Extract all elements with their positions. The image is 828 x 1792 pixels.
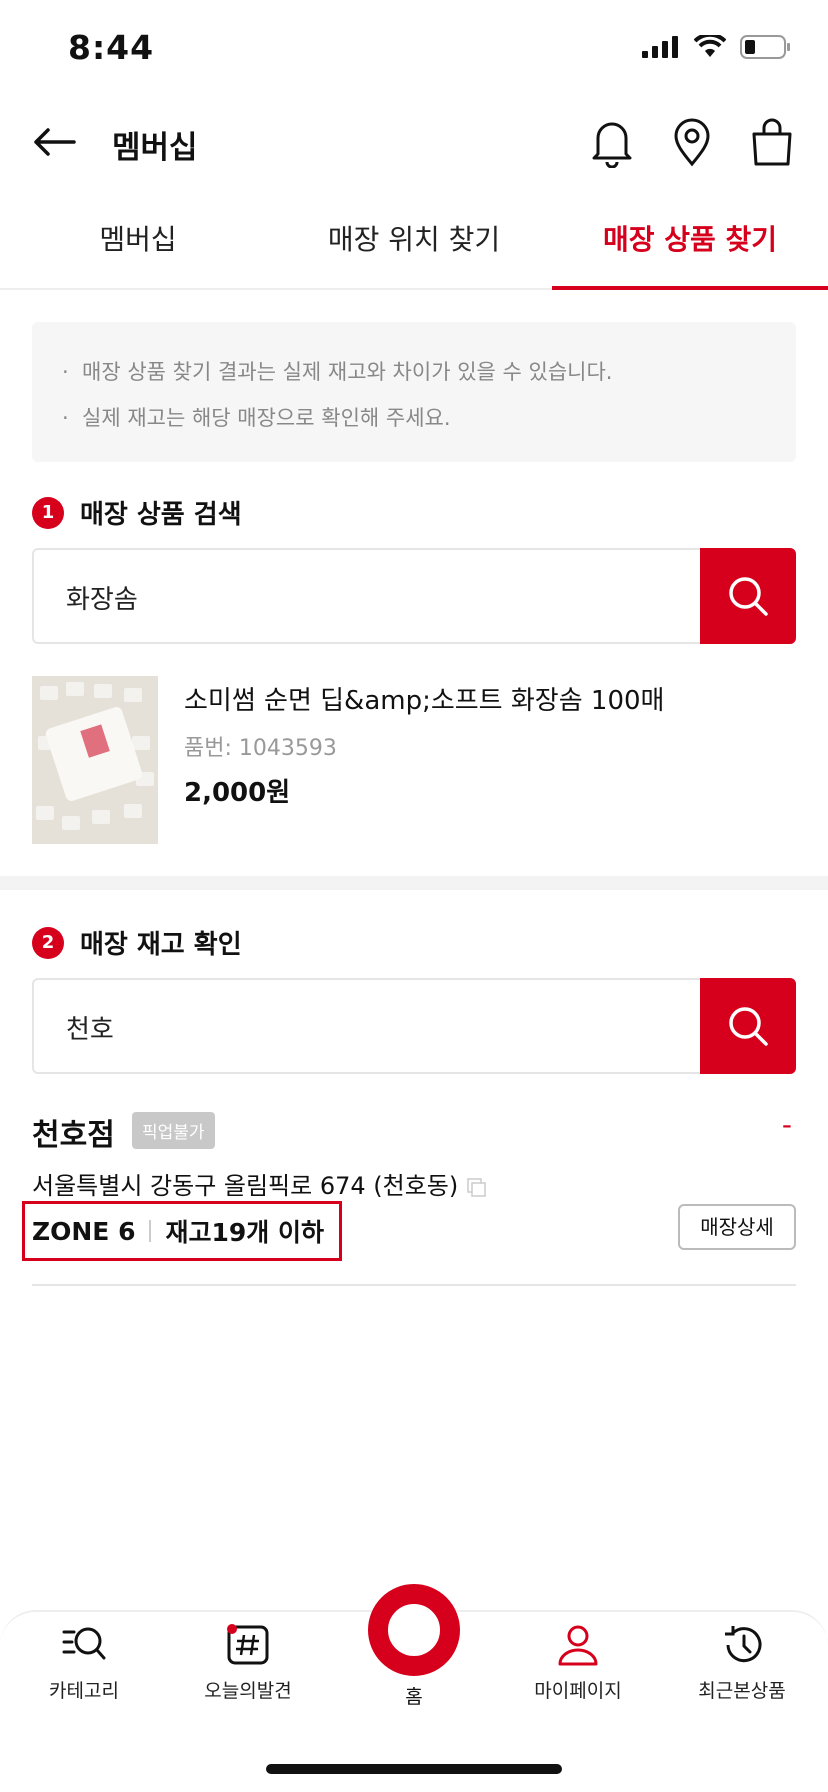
status-time: 8:44 <box>68 28 155 67</box>
wifi-icon <box>694 35 726 57</box>
store-name: 천호점 <box>32 1118 115 1153</box>
tabbar-mypage[interactable]: 마이페이지 <box>508 1624 648 1703</box>
separator <box>149 1220 152 1242</box>
status-icons <box>642 34 792 60</box>
home-indicator <box>266 1764 562 1774</box>
product-name[interactable]: 소미썸 순면 딥&amp;소프트 화장솜 100매 <box>184 680 664 717</box>
product-search-button[interactable] <box>700 548 796 644</box>
tab-store-location[interactable]: 매장 위치 찾기 <box>276 208 552 288</box>
store-address: 서울특별시 강동구 올림픽로 674 (천호동) <box>32 1166 488 1201</box>
store-address-text: 서울특별시 강동구 올림픽로 674 (천호동) <box>32 1172 459 1200</box>
store-search-input[interactable] <box>64 980 708 1074</box>
notice-box: · 매장 상품 찾기 결과는 실제 재고와 차이가 있을 수 있습니다. · 실… <box>32 322 796 462</box>
store-search-box <box>32 978 796 1074</box>
section-product-search-title: 1 매장 상품 검색 <box>32 494 242 531</box>
tabbar-today-label: 오늘의발견 <box>204 1680 292 1702</box>
tabbar-today[interactable]: 오늘의발견 <box>178 1624 318 1703</box>
tab-bar: 멤버십 매장 위치 찾기 매장 상품 찾기 <box>0 208 828 290</box>
section-title: 매장 재고 확인 <box>80 930 242 960</box>
tabbar-recent[interactable]: 최근본상품 <box>672 1624 812 1703</box>
shopping-bag-icon[interactable] <box>748 116 796 168</box>
location-pin-icon[interactable] <box>668 116 716 168</box>
home-button-icon[interactable] <box>368 1584 460 1676</box>
bell-icon[interactable] <box>588 116 636 168</box>
tabbar-category[interactable]: 카테고리 <box>14 1624 154 1703</box>
product-code: 품번: 1043593 <box>184 736 337 761</box>
pickup-status-badge: 픽업불가 <box>132 1112 215 1149</box>
product-search-box <box>32 548 796 644</box>
tabbar-mypage-label: 마이페이지 <box>534 1680 622 1702</box>
copy-icon[interactable] <box>466 1177 488 1197</box>
step-number-badge: 2 <box>32 926 64 959</box>
notice-line-1: · 매장 상품 찾기 결과는 실제 재고와 차이가 있을 수 있습니다. <box>62 360 613 384</box>
tab-store-product[interactable]: 매장 상품 찾기 <box>552 208 828 290</box>
product-image[interactable] <box>32 676 158 844</box>
store-detail-button[interactable]: 매장상세 <box>678 1204 796 1250</box>
zone-stock-info: ZONE 6 재고19개 이하 <box>32 1213 324 1249</box>
tab-membership[interactable]: 멤버십 <box>0 208 276 288</box>
page-title: 멤버십 <box>112 130 198 166</box>
product-search-input[interactable] <box>64 550 708 644</box>
search-icon <box>729 577 768 616</box>
section-stock-check-title: 2 매장 재고 확인 <box>32 924 242 961</box>
stock-label: 재고19개 이하 <box>165 1218 324 1247</box>
product-price: 2,000원 <box>184 778 291 808</box>
battery-icon <box>740 35 790 59</box>
category-search-icon <box>62 1627 106 1660</box>
tabbar-home-label[interactable]: 홈 <box>366 1682 462 1709</box>
back-arrow-icon[interactable] <box>30 118 78 166</box>
zone-label: ZONE 6 <box>32 1216 136 1246</box>
hashtag-icon <box>227 1624 269 1665</box>
search-icon <box>729 1007 768 1046</box>
store-search-button[interactable] <box>700 978 796 1074</box>
cotton-pad-product-image <box>32 676 158 844</box>
section-divider <box>0 876 828 890</box>
signal-icon <box>642 36 678 58</box>
notice-line-2: · 실제 재고는 해당 매장으로 확인해 주세요. <box>62 406 451 430</box>
collapse-toggle[interactable]: - <box>782 1108 792 1141</box>
tabbar-recent-label: 최근본상품 <box>698 1680 786 1702</box>
history-icon <box>725 1626 762 1663</box>
divider-line <box>32 1284 796 1286</box>
person-icon <box>558 1625 598 1666</box>
step-number-badge: 1 <box>32 496 64 529</box>
tabbar-category-label: 카테고리 <box>49 1680 119 1702</box>
section-title: 매장 상품 검색 <box>80 500 242 530</box>
